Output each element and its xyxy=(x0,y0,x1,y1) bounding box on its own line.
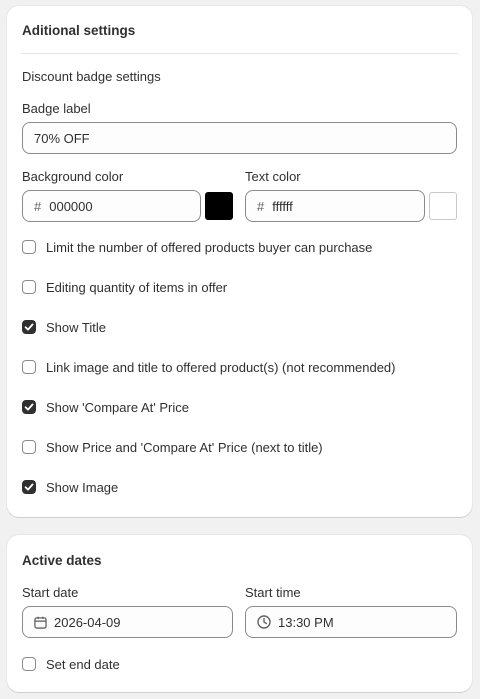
checkmark-icon xyxy=(24,482,34,492)
checkbox-label: Show Image xyxy=(46,479,119,495)
calendar-icon xyxy=(34,616,47,629)
background-color-label: Background color xyxy=(22,169,124,184)
checkbox-row[interactable]: Editing quantity of items in offer xyxy=(22,277,227,297)
checkbox-label: Show Title xyxy=(46,319,106,335)
additional-settings-card: Aditional settings Discount badge settin… xyxy=(7,6,472,517)
checkbox-row[interactable]: Show Price and 'Compare At' Price (next … xyxy=(22,437,323,457)
start-date-value: 2026-04-09 xyxy=(54,614,121,630)
checkbox-row[interactable]: Limit the number of offered products buy… xyxy=(22,237,372,257)
checkbox-label: Show Price and 'Compare At' Price (next … xyxy=(46,439,323,455)
checkbox-row[interactable]: Show Title xyxy=(22,317,106,337)
set-end-date-row[interactable]: Set end date xyxy=(22,654,120,674)
start-date-label: Start date xyxy=(22,585,79,600)
badge-label-value: 70% OFF xyxy=(34,130,90,146)
badge-label-label: Badge label xyxy=(22,101,91,116)
background-color-input[interactable]: # 000000 xyxy=(22,190,201,222)
start-time-label: Start time xyxy=(245,585,301,600)
checkbox-label: Editing quantity of items in offer xyxy=(46,279,228,295)
active-dates-title: Active dates xyxy=(22,553,102,568)
option-checkbox[interactable] xyxy=(22,320,36,334)
checkbox-row[interactable]: Link image and title to offered product(… xyxy=(22,357,396,377)
option-checkbox[interactable] xyxy=(22,400,36,414)
checkbox-label: Limit the number of offered products buy… xyxy=(46,239,373,255)
start-time-value: 13:30 PM xyxy=(278,614,334,630)
option-checkbox[interactable] xyxy=(22,360,36,374)
option-checkbox[interactable] xyxy=(22,480,36,494)
text-color-value: ffffff xyxy=(272,198,293,214)
checkbox-label: Link image and title to offered product(… xyxy=(46,359,396,375)
option-checkbox[interactable] xyxy=(22,440,36,454)
checkbox-row[interactable]: Show 'Compare At' Price xyxy=(22,397,189,417)
checkbox-label: Show 'Compare At' Price xyxy=(46,399,189,415)
checkmark-icon xyxy=(24,322,34,332)
option-checkbox[interactable] xyxy=(22,280,36,294)
badge-label-input[interactable]: 70% OFF xyxy=(22,122,457,154)
discount-badge-settings-heading: Discount badge settings xyxy=(22,69,161,84)
option-checkbox[interactable] xyxy=(22,240,36,254)
text-color-swatch[interactable] xyxy=(429,192,457,220)
set-end-date-label: Set end date xyxy=(46,656,120,672)
set-end-date-checkbox[interactable] xyxy=(22,657,36,671)
active-dates-card: Active dates Start date 2026-04-09 Start… xyxy=(7,535,472,692)
divider xyxy=(21,53,458,54)
additional-settings-title: Aditional settings xyxy=(22,23,136,38)
checkmark-icon xyxy=(24,402,34,412)
text-color-input[interactable]: # ffffff xyxy=(245,190,425,222)
background-color-swatch[interactable] xyxy=(205,192,233,220)
hash-prefix: # xyxy=(257,198,265,214)
background-color-value: 000000 xyxy=(49,198,93,214)
checkbox-row[interactable]: Show Image xyxy=(22,477,118,497)
text-color-label: Text color xyxy=(245,169,301,184)
clock-icon xyxy=(257,615,271,629)
start-time-input[interactable]: 13:30 PM xyxy=(245,606,457,638)
start-date-input[interactable]: 2026-04-09 xyxy=(22,606,233,638)
hash-prefix: # xyxy=(34,198,42,214)
